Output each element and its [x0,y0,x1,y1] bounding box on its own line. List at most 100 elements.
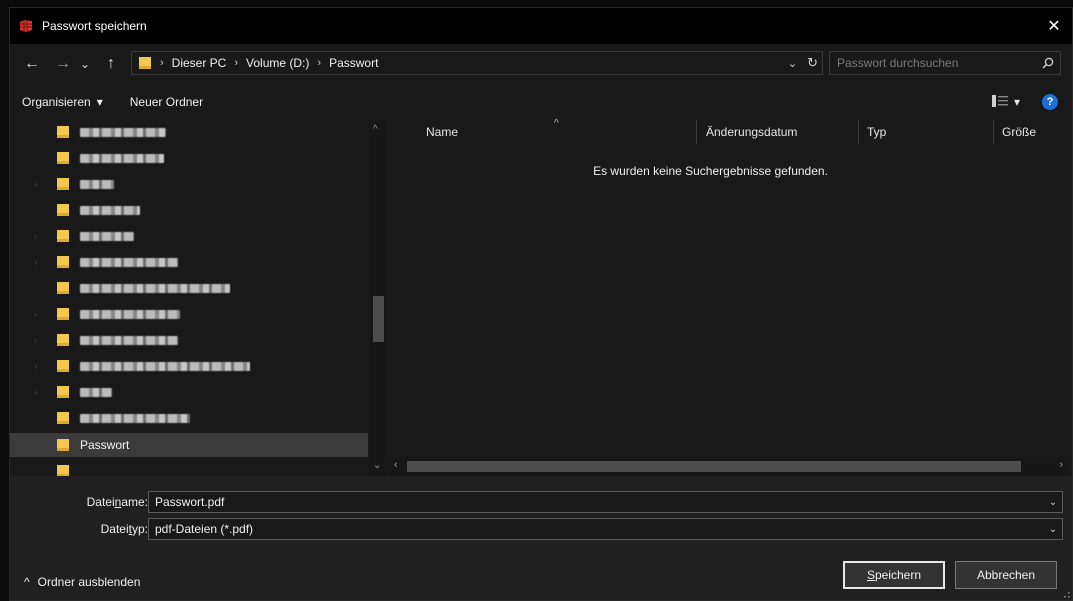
folder-icon [56,411,70,425]
address-bar[interactable]: › Dieser PC › Volume (D:) › Passwort ⌄ ↻ [131,51,823,75]
tree-item[interactable]: › [10,302,368,326]
new-folder-button[interactable]: Neuer Ordner [130,95,203,109]
save-button[interactable]: Speichern [843,561,945,589]
tree-scrollbar[interactable]: ^ ⌄ [369,120,387,477]
redacted-folder-name [80,361,250,371]
tree-item[interactable] [10,459,368,477]
navigation-bar: ← → ⌄ ↑ › Dieser PC › Volume (D:) › Pass… [10,50,1072,78]
column-divider[interactable] [858,120,859,144]
redacted-folder-name [80,257,178,267]
folder-icon [56,151,70,165]
scrollbar-thumb[interactable] [373,296,384,342]
organize-button[interactable]: Organisieren ▾ [22,95,103,109]
hide-folders-label: Ordner ausblenden [37,575,141,589]
chevron-right-icon[interactable]: › [34,335,44,345]
folder-icon [56,125,70,139]
tree-item[interactable]: › [10,328,368,352]
scroll-right-icon[interactable]: › [1059,459,1063,471]
chevron-down-icon[interactable]: ⌄ [1044,497,1062,508]
search-input[interactable] [830,55,1036,71]
filetype-select[interactable]: pdf-Dateien (*.pdf) ⌄ [148,518,1063,540]
tree-item[interactable] [10,146,368,170]
filename-field[interactable]: Passwort.pdf ⌄ [148,491,1063,513]
folder-icon [138,56,152,70]
window-title: Passwort speichern [42,19,147,33]
search-box[interactable] [829,51,1061,75]
tree-item[interactable] [10,276,368,300]
chevron-right-icon[interactable]: › [34,387,44,397]
forward-button[interactable]: → [51,50,75,78]
breadcrumb-separator: › [234,57,239,69]
tree-item[interactable]: › [10,380,368,404]
column-header-type[interactable]: Typ [867,120,886,144]
redacted-folder-name [80,127,166,137]
filename-value[interactable]: Passwort.pdf [149,495,1044,509]
chevron-down-icon: ⌄ [79,57,91,71]
column-divider[interactable] [993,120,994,144]
filename-label: Dateiname: [86,495,148,509]
tree-item[interactable]: › [10,172,368,196]
folder-icon [56,203,70,217]
chevron-right-icon[interactable]: › [34,257,44,267]
chevron-right-icon[interactable]: › [34,361,44,371]
breadcrumb-separator: › [317,57,322,69]
save-dialog: Passwort speichern ✕ ← → ⌄ ↑ › Dieser PC… [9,7,1073,601]
filetype-value[interactable]: pdf-Dateien (*.pdf) [149,522,1044,536]
redacted-folder-name [80,413,190,423]
empty-results-message: Es wurden keine Suchergebnisse gefunden. [593,164,828,178]
redacted-folder-name [80,309,180,319]
folder-tree: › › › › › › › Passwort [10,120,387,477]
app-icon [18,18,34,34]
filename-row: Dateiname: Passwort.pdf ⌄ [10,491,1072,513]
filetype-row: Dateityp: pdf-Dateien (*.pdf) ⌄ [10,518,1072,540]
title-bar: Passwort speichern ✕ [10,8,1072,44]
address-dropdown-icon[interactable]: ⌄ [788,57,797,70]
search-icon[interactable] [1036,57,1060,69]
view-options-button[interactable]: ▾ [991,94,1020,110]
folder-icon [56,333,70,347]
chevron-right-icon[interactable]: › [34,179,44,189]
save-label: Speichern [866,568,922,582]
chevron-right-icon[interactable]: › [34,231,44,241]
up-button[interactable]: ↑ [99,50,123,78]
arrow-right-icon: → [55,55,71,72]
hide-folders-toggle[interactable]: ^ Ordner ausblenden [24,575,140,589]
close-button[interactable]: ✕ [1036,8,1072,44]
breadcrumb-item[interactable]: Volume (D:) [246,56,309,70]
scroll-down-icon[interactable]: ⌄ [373,460,381,471]
back-button[interactable]: ← [20,50,44,78]
tree-item[interactable]: › [10,224,368,248]
scrollbar-thumb[interactable] [407,461,1021,472]
chevron-down-icon[interactable]: ⌄ [1044,524,1062,535]
tree-item[interactable] [10,406,368,430]
tree-item[interactable] [10,198,368,222]
refresh-icon[interactable]: ↻ [807,55,818,71]
folder-icon [56,385,70,399]
filetype-label: Dateityp: [100,522,148,536]
breadcrumb-item[interactable]: Dieser PC [172,56,227,70]
tree-item-passwort[interactable]: Passwort [10,433,368,457]
folder-icon [56,281,70,295]
recent-locations-button[interactable]: ⌄ [77,50,93,78]
column-header-name[interactable]: Name [426,120,458,144]
scroll-left-icon[interactable]: ‹ [394,459,398,471]
redacted-folder-name [80,283,230,293]
chevron-up-icon: ^ [24,575,30,589]
horizontal-scrollbar[interactable]: ‹ › [389,458,1065,475]
breadcrumb-separator: › [160,57,164,69]
column-header-size[interactable]: Größe [1002,120,1036,144]
column-divider[interactable] [696,120,697,144]
cancel-button[interactable]: Abbrechen [955,561,1057,589]
tree-item[interactable]: › [10,354,368,378]
redacted-folder-name [80,231,134,241]
tree-item[interactable] [10,120,368,144]
chevron-right-icon[interactable]: › [34,309,44,319]
resize-grip-icon[interactable] [1062,590,1070,598]
help-button[interactable]: ? [1042,94,1058,110]
scroll-up-icon[interactable]: ^ [373,124,378,135]
folder-icon [56,307,70,321]
tree-item[interactable]: › [10,250,368,274]
breadcrumb-item[interactable]: Passwort [329,56,378,70]
redacted-folder-name [80,179,114,189]
column-header-date[interactable]: Änderungsdatum [706,120,797,144]
